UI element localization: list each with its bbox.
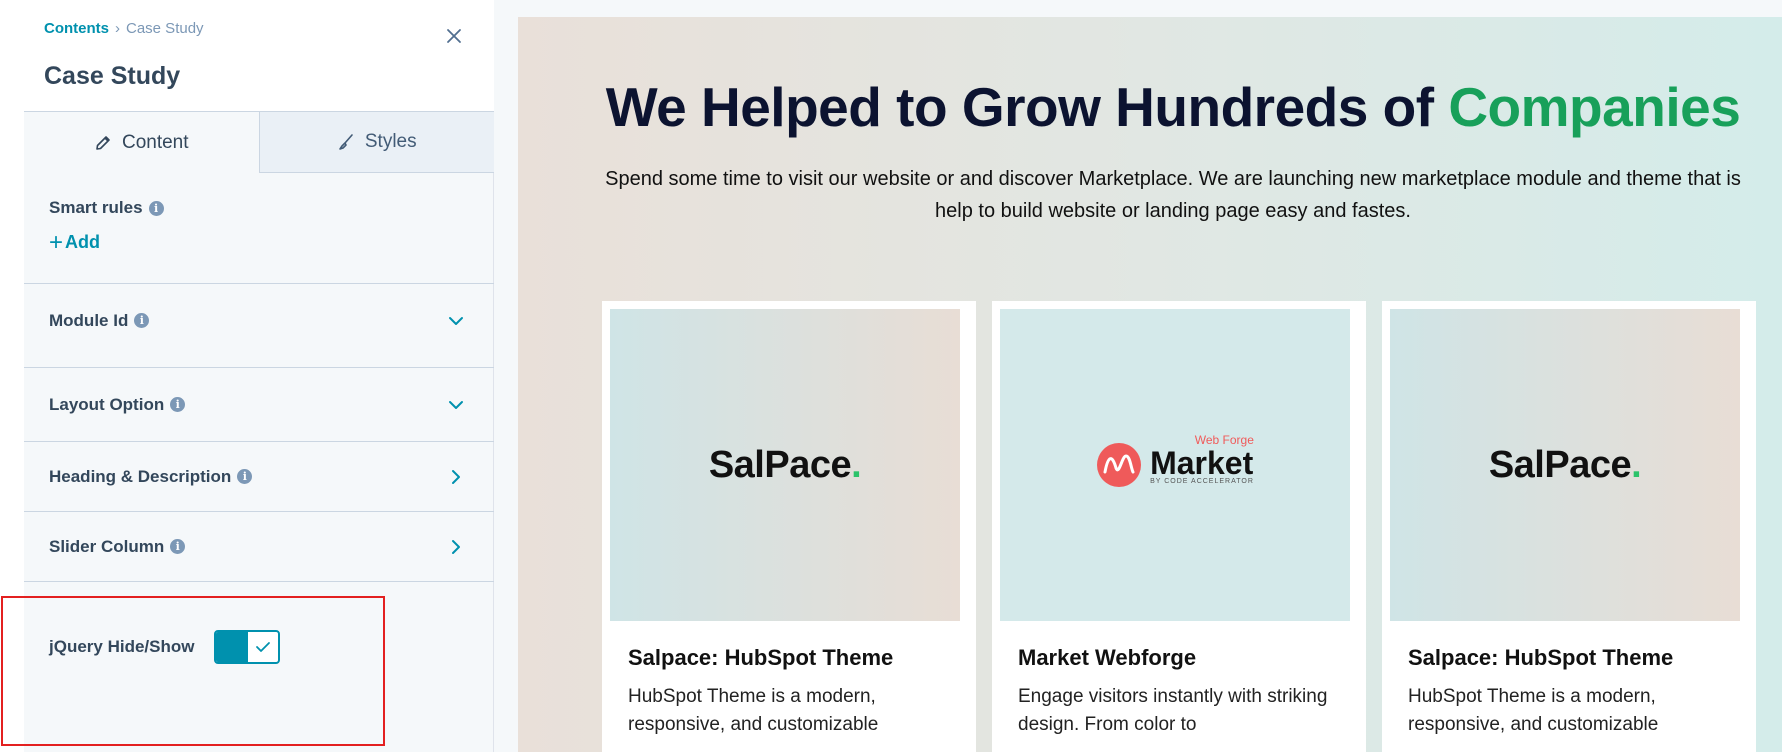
smart-rules-label: Smart rules i <box>49 198 164 218</box>
card-title: Market Webforge <box>1018 645 1197 670</box>
card-text: Engage visitors instantly with striking … <box>1018 686 1328 735</box>
layout-option-label: Layout Option i <box>49 394 186 415</box>
accordion-module-id[interactable]: Module Id i <box>24 283 494 357</box>
annotation-highlight-box <box>1 596 385 746</box>
panel-title: Case Study <box>44 62 181 90</box>
breadcrumb: Contents › Case Study <box>44 20 204 37</box>
tab-styles[interactable]: Styles <box>258 112 494 173</box>
smart-rules-text: Smart rules <box>49 198 143 217</box>
card-image: SalPace. <box>610 309 960 621</box>
logo-text: SalPace <box>708 443 852 486</box>
heading-description-text: Heading & Description <box>49 466 232 486</box>
breadcrumb-current: Case Study <box>126 20 204 37</box>
card-text: HubSpot Theme is a modern, responsive, a… <box>628 686 879 735</box>
add-smart-rule-label: Add <box>65 232 101 252</box>
accordion-layout-option[interactable]: Layout Option i <box>24 367 494 441</box>
sidebar-header: Contents › Case Study Case Study <box>24 0 494 112</box>
heading-main-text: We Helped to Grow Hundreds of <box>605 76 1449 138</box>
info-icon[interactable]: i <box>134 313 150 328</box>
heading-accent-text: Companies <box>1448 76 1741 138</box>
accordion-slider-column[interactable]: Slider Column i <box>24 511 494 582</box>
logo-dot: . <box>851 443 862 486</box>
page-preview: We Helped to Grow Hundreds of Companies … <box>518 17 1782 752</box>
module-id-text: Module Id <box>49 310 129 330</box>
section-description: Spend some time to visit our website or … <box>605 168 1741 222</box>
card-image: Web Forge Market BY CODE ACCELERATOR <box>1000 309 1350 621</box>
case-study-card[interactable]: Web Forge Market BY CODE ACCELERATOR Mar… <box>992 301 1366 752</box>
module-id-label: Module Id i <box>49 310 150 331</box>
tab-content[interactable]: Content <box>24 112 259 173</box>
accordion-heading-description[interactable]: Heading & Description i <box>24 441 494 511</box>
market-webforge-logo: Web Forge Market BY CODE ACCELERATOR <box>1096 433 1254 488</box>
slider-column-text: Slider Column <box>49 536 165 556</box>
case-study-card[interactable]: SalPace. Salpace: HubSpot Theme HubSpot … <box>1382 301 1756 752</box>
chevron-right-icon <box>452 469 460 484</box>
card-title: Salpace: HubSpot Theme <box>628 645 894 670</box>
add-smart-rule-button[interactable]: + Add <box>49 228 164 256</box>
smart-rules-section: Smart rules i + Add <box>49 198 164 256</box>
card-image: SalPace. <box>1390 309 1740 621</box>
card-title: Salpace: HubSpot Theme <box>1408 645 1674 670</box>
salpace-logo: SalPace. <box>1488 443 1642 487</box>
chevron-right-icon <box>452 539 460 554</box>
layout-option-text: Layout Option <box>49 394 165 414</box>
tab-content-label: Content <box>121 131 189 153</box>
chevron-down-icon <box>449 400 463 409</box>
info-icon[interactable]: i <box>170 539 186 554</box>
slider-column-label: Slider Column i <box>49 536 186 557</box>
salpace-logo: SalPace. <box>708 443 862 487</box>
pencil-icon <box>96 135 110 150</box>
breadcrumb-contents-link[interactable]: Contents <box>44 20 109 37</box>
logo-top-text: Web Forge <box>1194 433 1254 447</box>
logo-text: Market <box>1150 445 1254 481</box>
section-heading: We Helped to Grow Hundreds of Companies <box>518 75 1782 139</box>
logo-dot: . <box>1631 443 1642 486</box>
brush-icon <box>339 134 353 150</box>
logo-text: SalPace <box>1488 443 1632 486</box>
editor-tabs: Content Styles <box>24 112 494 173</box>
close-icon[interactable] <box>442 24 466 48</box>
breadcrumb-separator: › <box>115 20 120 37</box>
webforge-mark-icon <box>1097 443 1142 487</box>
market-logo-text: Web Forge Market BY CODE ACCELERATOR <box>1150 433 1254 485</box>
tab-styles-label: Styles <box>364 131 417 152</box>
info-icon[interactable]: i <box>148 200 164 216</box>
card-text: HubSpot Theme is a modern, responsive, a… <box>1408 686 1659 735</box>
heading-description-label: Heading & Description i <box>49 466 253 487</box>
plus-icon: + <box>49 228 64 256</box>
editor-window: Contents › Case Study Case Study Content… <box>0 0 1782 752</box>
logo-sub-text: BY CODE ACCELERATOR <box>1150 478 1254 485</box>
case-study-card[interactable]: SalPace. Salpace: HubSpot Theme HubSpot … <box>602 301 976 752</box>
info-icon[interactable]: i <box>170 397 186 412</box>
info-icon[interactable]: i <box>237 469 253 484</box>
chevron-down-icon <box>449 316 463 325</box>
